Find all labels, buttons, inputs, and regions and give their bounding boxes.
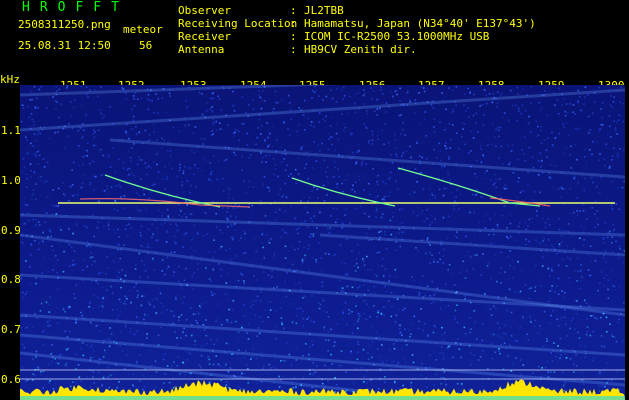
y-unit-label: kHz: [0, 73, 20, 86]
receiver-value: ICOM IC-R2500 53.1000MHz USB: [304, 30, 490, 43]
datetime-label: 25.08.31 12:50: [18, 39, 111, 52]
meteor-label: meteor: [123, 23, 163, 36]
hrofft-window: HROFFT 2508311250.png meteor 25.08.31 12…: [0, 0, 629, 400]
y-tick-label: 1.0: [1, 174, 21, 187]
separator: :: [290, 43, 297, 56]
y-tick-label: 0.7: [1, 323, 21, 336]
separator: :: [290, 30, 297, 43]
antenna-value: HB9CV Zenith dir.: [304, 43, 417, 56]
y-tick-label: 0.8: [1, 273, 21, 286]
separator: :: [290, 17, 297, 30]
separator: :: [290, 4, 297, 17]
spectrogram-background: [20, 85, 625, 400]
spectrogram-plot: [20, 85, 625, 400]
app-title: HROFFT: [22, 0, 129, 15]
location-value: Hamamatsu, Japan (N34°40' E137°43'): [304, 17, 536, 30]
antenna-row: Antenna : HB9CV Zenith dir.: [178, 43, 536, 56]
observer-row: Observer : JL2TBB: [178, 4, 536, 17]
observer-label: Observer: [178, 4, 231, 17]
receiver-label: Receiver: [178, 30, 231, 43]
meteor-count: 56: [139, 39, 153, 52]
spectrogram-canvas: [20, 85, 625, 400]
y-tick-label: 0.9: [1, 224, 21, 237]
y-tick-label: 1.1: [1, 124, 21, 137]
antenna-label: Antenna: [178, 43, 225, 56]
filename-label: 2508311250.png: [18, 18, 111, 31]
y-tick-label: 0.6: [1, 373, 21, 386]
station-info: Observer : JL2TBB Receiving Location : H…: [178, 4, 536, 56]
location-row: Receiving Location : Hamamatsu, Japan (N…: [178, 17, 536, 30]
observer-value: JL2TBB: [304, 4, 344, 17]
receiver-row: Receiver : ICOM IC-R2500 53.1000MHz USB: [178, 30, 536, 43]
location-label: Receiving Location: [178, 17, 298, 30]
